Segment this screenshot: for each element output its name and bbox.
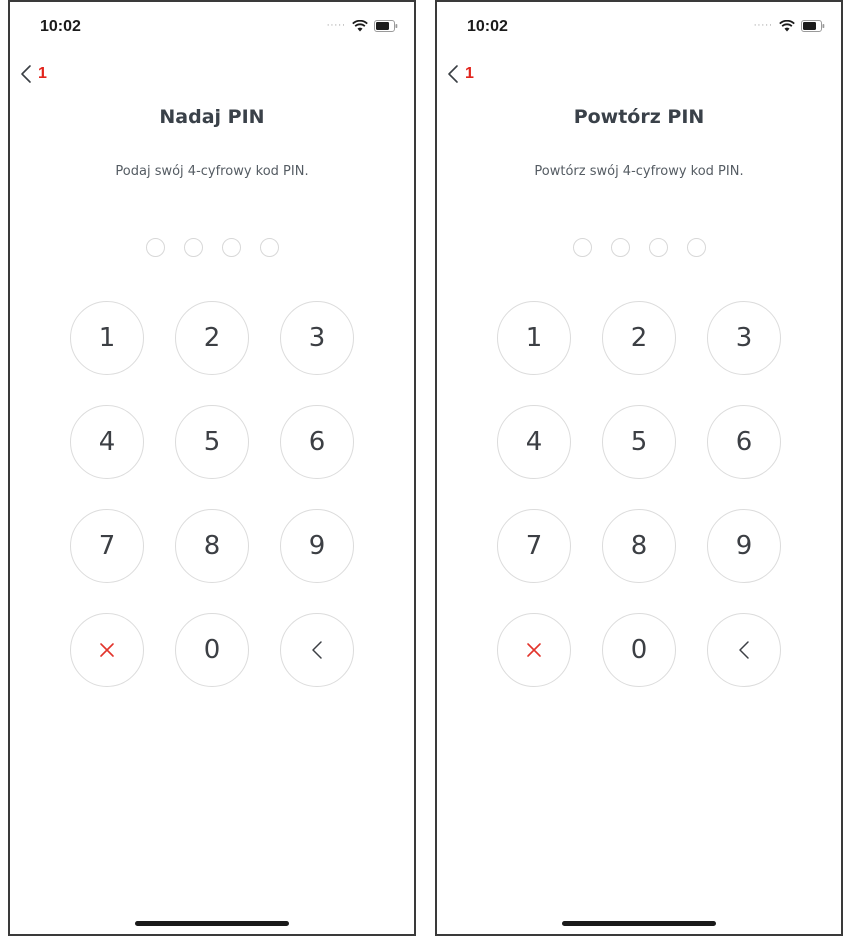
page-title: Nadaj PIN [159,106,265,128]
status-time: 10:02 [467,18,508,35]
page-subtitle: Powtórz swój 4-cyfrowy kod PIN. [534,164,744,179]
key-1[interactable]: 1 [70,301,144,375]
battery-icon [374,20,398,32]
home-indicator[interactable] [135,921,289,926]
pin-dot [686,238,706,257]
pin-dot [572,238,592,257]
key-5[interactable]: 5 [175,405,249,479]
pin-dot [259,238,279,257]
chevron-left-icon [21,65,31,83]
delete-key[interactable] [707,613,781,687]
back-button[interactable]: 1 [20,64,47,84]
signal-icon: ····· [326,21,346,31]
phone-screen-repeat-pin: 10:02 ····· 1 Powtórz PIN Powtórz swój 4… [435,0,843,936]
delete-key[interactable] [280,613,354,687]
key-9[interactable]: 9 [280,509,354,583]
key-3[interactable]: 3 [707,301,781,375]
pin-dot [183,238,203,257]
key-0[interactable]: 0 [602,613,676,687]
key-4[interactable]: 4 [497,405,571,479]
back-badge-count: 1 [38,65,47,82]
pin-dot [648,238,668,257]
key-9[interactable]: 9 [707,509,781,583]
home-indicator[interactable] [562,921,716,926]
status-icons: ····· [754,20,825,32]
pin-keypad: 1 2 3 4 5 6 7 8 9 0 [437,301,841,687]
page-subtitle: Podaj swój 4-cyfrowy kod PIN. [115,164,309,179]
key-8[interactable]: 8 [602,509,676,583]
key-0[interactable]: 0 [175,613,249,687]
key-6[interactable]: 6 [707,405,781,479]
pin-dot [221,238,241,257]
chevron-left-icon [448,65,458,83]
pin-dot [610,238,630,257]
key-8[interactable]: 8 [175,509,249,583]
wifi-icon [779,20,795,32]
pin-dot [145,238,165,257]
key-2[interactable]: 2 [602,301,676,375]
status-icons: ····· [327,20,398,32]
pin-indicator [10,238,414,257]
signal-icon: ····· [753,21,773,31]
close-icon [100,643,114,657]
phone-screen-set-pin: 10:02 ····· 1 Nadaj PIN Podaj swój 4-cyf… [8,0,416,936]
battery-icon [801,20,825,32]
pin-keypad: 1 2 3 4 5 6 7 8 9 0 [10,301,414,687]
key-2[interactable]: 2 [175,301,249,375]
cancel-key[interactable] [70,613,144,687]
pin-indicator [437,238,841,257]
cancel-key[interactable] [497,613,571,687]
chevron-left-icon [739,641,749,659]
chevron-left-icon [312,641,322,659]
key-7[interactable]: 7 [497,509,571,583]
wifi-icon [352,20,368,32]
key-5[interactable]: 5 [602,405,676,479]
status-time: 10:02 [40,18,81,35]
key-4[interactable]: 4 [70,405,144,479]
page-title: Powtórz PIN [573,106,705,128]
key-7[interactable]: 7 [70,509,144,583]
close-icon [527,643,541,657]
key-1[interactable]: 1 [497,301,571,375]
back-button[interactable]: 1 [447,64,474,84]
key-3[interactable]: 3 [280,301,354,375]
key-6[interactable]: 6 [280,405,354,479]
back-badge-count: 1 [465,65,474,82]
